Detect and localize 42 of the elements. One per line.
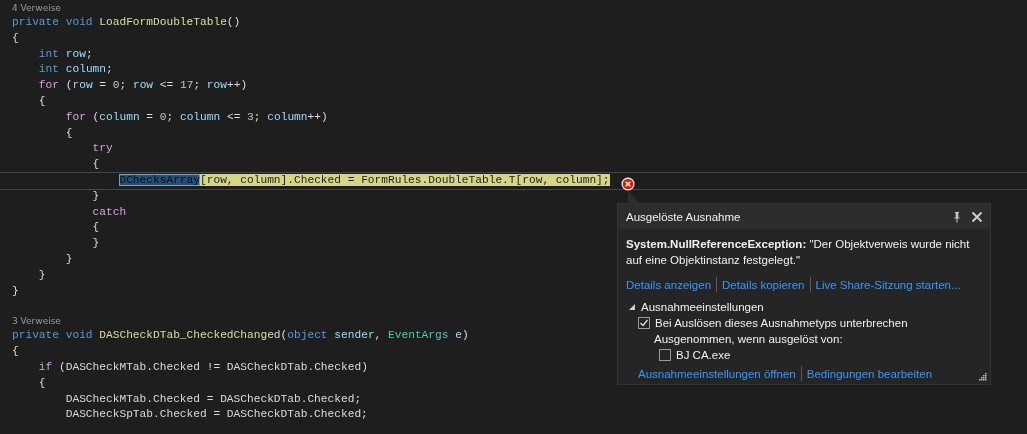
checkbox[interactable] bbox=[638, 317, 650, 329]
popup-link[interactable]: Live Share-Sitzung starten... bbox=[815, 278, 961, 291]
code-line: } bbox=[11, 283, 19, 299]
code-line: catch bbox=[91, 204, 127, 220]
code-line: int column; bbox=[37, 62, 113, 78]
code-line: private void DASCheckDTab_CheckedChanged(object sender, EventArgs e) bbox=[11, 328, 469, 344]
code-line: for (row = 0; row <= 17; row++) bbox=[37, 78, 248, 94]
popup-title: Ausgelöste Ausnahme bbox=[626, 210, 742, 223]
code-line: } bbox=[91, 188, 100, 204]
code-line: if (DASCheckMTab.Checked != DASCheckDTab.Checked) bbox=[37, 359, 368, 375]
popup-link[interactable]: Details anzeigen bbox=[626, 278, 712, 291]
code-line: { bbox=[37, 375, 46, 391]
code-line: } bbox=[37, 267, 46, 283]
code-line: { bbox=[91, 157, 100, 173]
checkbox-label: Bei Auslösen dieses Ausnahmetyps unterbrechen bbox=[655, 317, 908, 329]
checkbox[interactable] bbox=[659, 349, 671, 361]
code-line: int row; bbox=[37, 46, 93, 62]
references-link[interactable]: 3 Verweise bbox=[0, 315, 61, 329]
code-line: try bbox=[91, 141, 113, 157]
code-line: DASCheckSpTab.Checked = DASCheckDTab.Checked; bbox=[64, 407, 368, 423]
expanded-triangle-icon[interactable] bbox=[628, 303, 636, 311]
settings-heading: Ausnahmeeinstellungen bbox=[641, 301, 764, 313]
error-icon bbox=[621, 177, 635, 191]
exception-note: Ausgenommen, wenn ausgelöst von: bbox=[654, 332, 843, 347]
code-line: } bbox=[91, 236, 100, 252]
code-line: { bbox=[91, 220, 100, 236]
popup-link[interactable]: Bedingungen bearbeiten bbox=[806, 367, 933, 380]
code-line: { bbox=[37, 94, 46, 109]
code-line: { bbox=[11, 30, 19, 46]
popup-link[interactable]: Ausnahmeeinstellungen öffnen bbox=[638, 367, 796, 380]
code-line: { bbox=[11, 344, 19, 360]
checkbox-label: BJ CA.exe bbox=[676, 349, 731, 361]
code-line: DASCheckMTab.Checked = DASCheckDTab.Checked; bbox=[64, 391, 362, 407]
code-line: } bbox=[64, 251, 73, 267]
resize-grip-icon[interactable] bbox=[978, 372, 987, 381]
code-line: for (column = 0; column <= 3; column++) bbox=[64, 109, 328, 125]
code-line: { bbox=[64, 125, 73, 141]
code-line: private void LoadFormDoubleTable() bbox=[11, 15, 241, 30]
references-link[interactable]: 4 Verweise bbox=[0, 2, 61, 15]
exception-message: System.NullReferenceException: "Der Objektverweis wurde nicht auf eine Objektinstanz festgelegt." bbox=[626, 237, 971, 268]
close-icon[interactable] bbox=[970, 209, 984, 224]
popup-link[interactable]: Details kopieren bbox=[722, 278, 805, 291]
